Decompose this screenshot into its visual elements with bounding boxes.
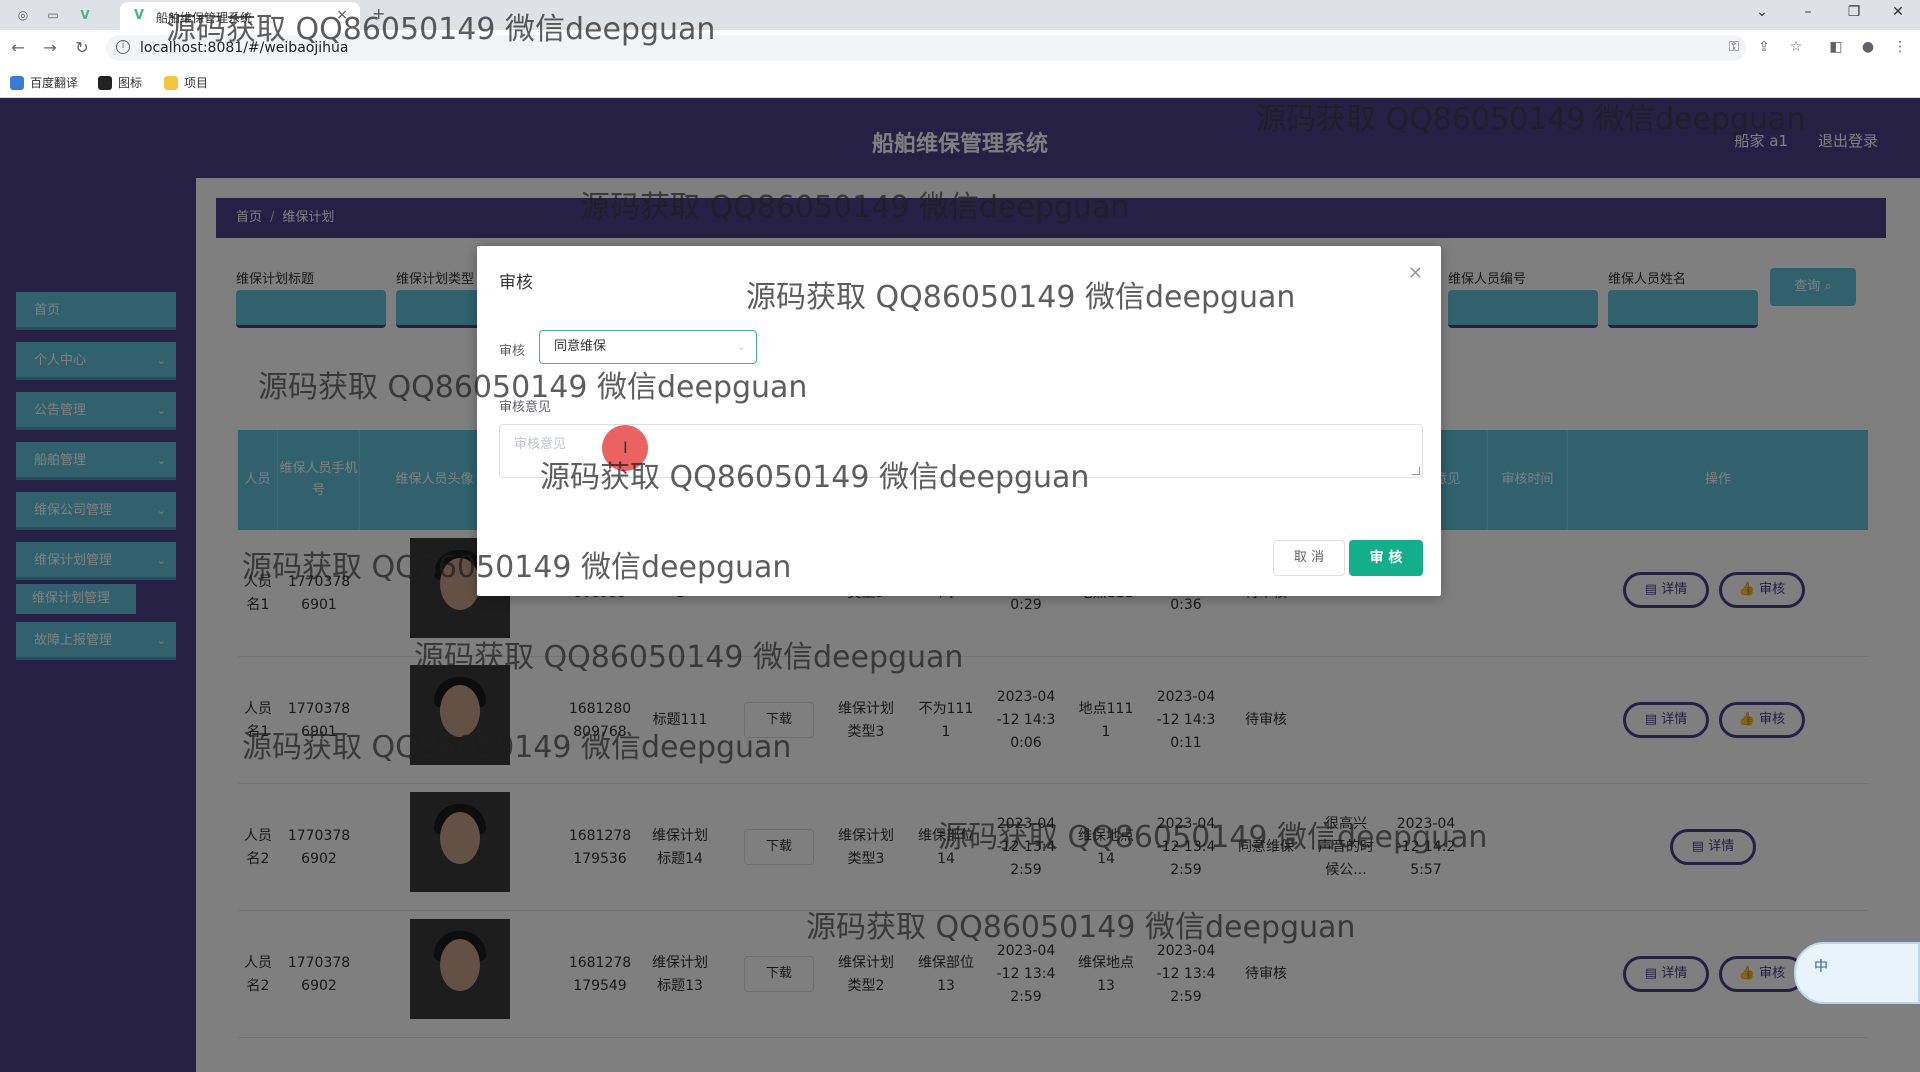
- menu-dots-icon[interactable]: ⋮: [1890, 39, 1910, 55]
- review-status-label: 审核: [499, 344, 526, 359]
- bookmark-icons[interactable]: 图标: [98, 74, 142, 91]
- browser-globe-icon[interactable]: ◎: [14, 6, 32, 24]
- restore-icon[interactable]: ❐: [1844, 4, 1864, 20]
- cancel-button[interactable]: 取 消: [1273, 540, 1345, 576]
- dialog-title: 审核: [499, 273, 533, 293]
- back-icon[interactable]: ←: [8, 38, 28, 57]
- side-panel-icon[interactable]: ◧: [1826, 39, 1846, 55]
- folder-icon: [164, 75, 178, 90]
- url-field[interactable]: i localhost:8081/#/weibaojihua: [106, 35, 1746, 61]
- close-tab-icon[interactable]: ×: [336, 7, 348, 23]
- tab-title: 船舶维保管理系统: [156, 11, 253, 25]
- tab-search-icon[interactable]: ⌄: [1752, 4, 1772, 20]
- vue-logo-icon: V: [134, 8, 145, 23]
- forward-icon[interactable]: →: [40, 38, 60, 57]
- new-tab-icon[interactable]: +: [372, 4, 385, 23]
- review-dialog: 审核 × 审核 同意维保 ⌄ 审核意见 审核意见 取 消 审 核: [477, 246, 1441, 596]
- close-window-icon[interactable]: ✕: [1888, 4, 1908, 20]
- chevron-down-icon: ⌄: [736, 340, 746, 353]
- browser-tab-bar: ◎ ▭ V V 船舶维保管理系统 × + ⌄ – ❐ ✕: [0, 0, 1920, 30]
- vue-tab-icon[interactable]: V: [76, 6, 94, 24]
- site-info-icon[interactable]: i: [116, 40, 130, 54]
- profile-icon[interactable]: ●: [1858, 39, 1878, 55]
- minimize-icon[interactable]: –: [1798, 4, 1818, 20]
- review-status-select[interactable]: 同意维保 ⌄: [539, 330, 757, 364]
- blank-tab-icon[interactable]: ▭: [44, 6, 62, 24]
- iconfont-icon: [98, 75, 112, 90]
- bookmark-star-icon[interactable]: ☆: [1786, 39, 1806, 55]
- bookmark-baidu-translate[interactable]: 百度翻译: [10, 74, 78, 91]
- key-icon[interactable]: ⚿: [1724, 39, 1744, 55]
- url-text[interactable]: localhost:8081/#/weibaojihua: [140, 40, 348, 56]
- ime-widget[interactable]: 中: [1794, 942, 1920, 1004]
- bookmarks-bar: 百度翻译 图标 项目: [0, 66, 1920, 98]
- text-cursor-icon: I: [623, 438, 628, 457]
- active-tab[interactable]: V 船舶维保管理系统 ×: [120, 2, 360, 30]
- resize-handle-icon[interactable]: [1412, 467, 1420, 475]
- review-opinion-label: 审核意见: [499, 400, 552, 415]
- bookmark-project[interactable]: 项目: [164, 74, 208, 91]
- confirm-review-button[interactable]: 审 核: [1349, 540, 1423, 576]
- address-bar: ← → ↻ i localhost:8081/#/weibaojihua ⚿ ⇪…: [0, 30, 1920, 66]
- close-icon[interactable]: ×: [1408, 262, 1423, 283]
- reload-icon[interactable]: ↻: [72, 38, 92, 57]
- translate-icon: [10, 75, 24, 90]
- share-icon[interactable]: ⇪: [1754, 39, 1774, 55]
